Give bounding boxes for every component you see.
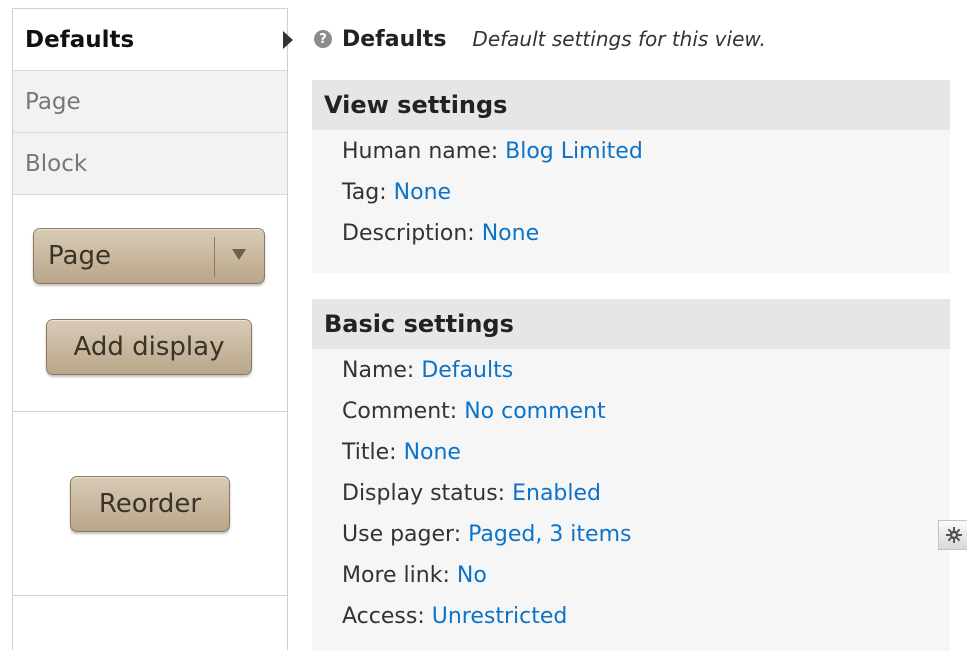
setting-tag: Tag: None: [342, 177, 950, 218]
setting-value-link[interactable]: Paged, 3 items: [468, 522, 631, 547]
gear-icon-graphic: [946, 527, 962, 543]
setting-human-name: Human name: Blog Limited: [342, 136, 950, 177]
display-description: Default settings for this view.: [472, 27, 766, 51]
setting-value-link[interactable]: None: [482, 221, 539, 246]
display-sidebar: Defaults Page Block Page Add display Reo…: [12, 8, 293, 650]
setting-use-pager: Use pager: Paged, 3 items: [342, 519, 967, 560]
setting-label: Title:: [342, 440, 397, 465]
panel-body: Name: Defaults Comment: No comment Title…: [312, 349, 967, 642]
setting-label: More link:: [342, 563, 450, 588]
setting-label: Display status:: [342, 481, 506, 506]
view-settings-panel: View settings Human name: Blog Limited T…: [312, 80, 950, 273]
tab-label: Page: [25, 88, 81, 115]
display-header: ? Defaults Default settings for this vie…: [312, 8, 950, 70]
panel-title: View settings: [312, 80, 950, 130]
setting-value-link[interactable]: Enabled: [512, 481, 601, 506]
display-title: Defaults: [342, 26, 447, 52]
setting-label: Tag:: [342, 180, 387, 205]
setting-title: Title: None: [342, 437, 950, 478]
tab-page[interactable]: Page: [13, 71, 287, 133]
setting-value-link[interactable]: Defaults: [421, 358, 513, 383]
add-display-button[interactable]: Add display: [46, 319, 252, 375]
setting-value-link[interactable]: No: [457, 563, 487, 588]
display-type-selected: Page: [48, 241, 111, 271]
reorder-section: Reorder: [13, 412, 287, 596]
display-tabs: Defaults Page Block: [13, 9, 293, 195]
setting-value-link[interactable]: No comment: [464, 399, 605, 424]
caret-right-icon: [283, 31, 293, 49]
setting-value-link[interactable]: None: [394, 180, 451, 205]
setting-value-link[interactable]: Blog Limited: [505, 139, 643, 164]
setting-name: Name: Defaults: [342, 355, 950, 396]
tab-block[interactable]: Block: [13, 133, 287, 195]
setting-comment: Comment: No comment: [342, 396, 950, 437]
display-settings-main: ? Defaults Default settings for this vie…: [312, 8, 967, 651]
panel-body: Human name: Blog Limited Tag: None Descr…: [312, 130, 950, 259]
setting-label: Human name:: [342, 139, 499, 164]
display-type-select[interactable]: Page: [33, 228, 265, 284]
add-display-section: Page Add display: [13, 195, 287, 412]
reorder-button[interactable]: Reorder: [70, 476, 230, 532]
tab-defaults[interactable]: Defaults: [13, 9, 287, 71]
setting-more-link: More link: No: [342, 560, 950, 601]
tab-label: Block: [25, 150, 88, 177]
add-display-label: Add display: [73, 332, 225, 362]
help-icon[interactable]: ?: [314, 30, 332, 48]
setting-value-link[interactable]: None: [404, 440, 461, 465]
setting-display-status: Display status: Enabled: [342, 478, 950, 519]
setting-label: Comment:: [342, 399, 458, 424]
setting-label: Use pager:: [342, 522, 462, 547]
setting-value-link[interactable]: Unrestricted: [432, 604, 568, 629]
basic-settings-panel: Basic settings Name: Defaults Comment: N…: [312, 299, 967, 651]
tab-label: Defaults: [25, 26, 135, 53]
select-divider: [214, 237, 215, 277]
triangle-down-icon: [232, 249, 246, 260]
gear-icon[interactable]: [938, 520, 967, 550]
setting-label: Description:: [342, 221, 475, 246]
setting-description: Description: None: [342, 218, 950, 259]
setting-label: Access:: [342, 604, 425, 629]
setting-label: Name:: [342, 358, 415, 383]
reorder-label: Reorder: [98, 489, 202, 519]
panel-title: Basic settings: [312, 299, 950, 349]
setting-access: Access: Unrestricted: [342, 601, 950, 642]
